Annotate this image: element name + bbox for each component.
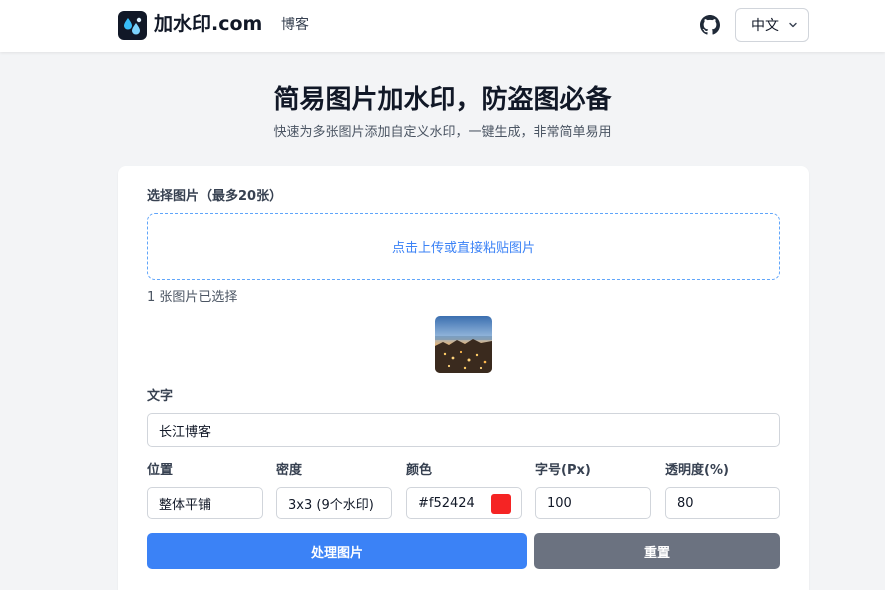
color-label: 颜色 [406, 463, 433, 478]
reset-button-label: 重置 [643, 545, 670, 561]
process-button-label: 处理图片 [310, 545, 363, 561]
opacity-label: 透明度(%) [665, 463, 729, 478]
fontsize-input[interactable]: 100 [535, 487, 651, 519]
color-value: #f52424 [418, 495, 475, 511]
density-select[interactable]: 3x3 (9个水印) [276, 487, 392, 519]
github-icon[interactable] [700, 15, 720, 35]
watermark-text-label: 文字 [147, 389, 174, 404]
watermark-form-card: 选择图片（最多20张） 点击上传或直接粘贴图片 1 张图片已选择 文字 长江博客… [118, 166, 809, 590]
upload-label: 选择图片（最多20张） [147, 189, 283, 204]
watermark-text-input[interactable]: 长江博客 [147, 413, 780, 447]
brand-name[interactable]: 加水印.com [154, 12, 262, 36]
opacity-value: 80 [677, 495, 694, 511]
nav-link-blog[interactable]: 博客 [281, 16, 309, 34]
dropzone-text: 点击上传或直接粘贴图片 [391, 241, 535, 256]
page-title: 简易图片加水印，防盗图必备 [273, 85, 612, 115]
fontsize-value: 100 [547, 495, 572, 511]
image-upload-dropzone[interactable]: 点击上传或直接粘贴图片 [147, 213, 780, 280]
selected-count-text: 1 张图片已选择 [147, 290, 238, 305]
opacity-input[interactable]: 80 [665, 487, 780, 519]
page-subtitle: 快速为多张图片添加自定义水印，一键生成，非常简单易用 [273, 125, 612, 140]
color-input[interactable]: #f52424 [406, 487, 522, 519]
watermark-text-value: 长江博客 [159, 424, 212, 440]
position-select[interactable]: 整体平铺 [147, 487, 263, 519]
density-label: 密度 [276, 463, 303, 478]
chevron-down-icon [789, 22, 797, 28]
logo-icon[interactable] [118, 11, 147, 40]
top-navbar: 加水印.com 博客 中文 [0, 0, 885, 52]
fontsize-label: 字号(Px) [535, 463, 591, 478]
density-value: 3x3 (9个水印) [288, 497, 374, 513]
language-select[interactable]: 中文 [735, 8, 809, 42]
color-swatch[interactable] [491, 494, 511, 514]
language-select-value: 中文 [751, 18, 779, 34]
position-value: 整体平铺 [159, 497, 212, 513]
reset-button[interactable]: 重置 [534, 533, 780, 569]
position-label: 位置 [147, 463, 174, 478]
image-thumbnail[interactable] [435, 316, 492, 373]
process-image-button[interactable]: 处理图片 [147, 533, 527, 569]
